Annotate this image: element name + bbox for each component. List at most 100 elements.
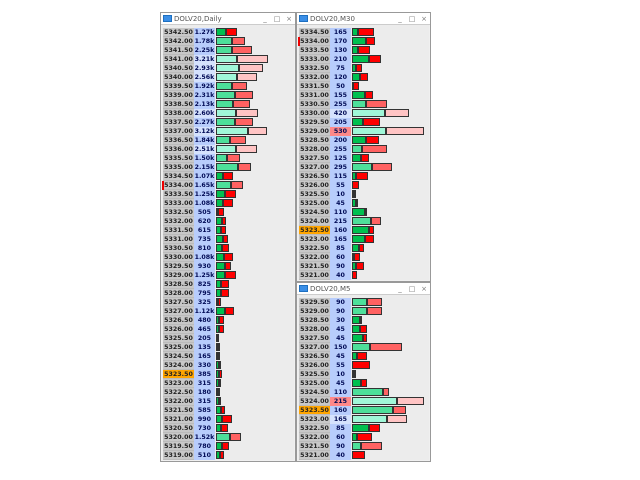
price-label: 5335.50 (163, 154, 194, 163)
table-row: 5336.50 1.84k (162, 136, 294, 145)
buy-volume-bar (352, 100, 366, 108)
buy-volume-bar (216, 271, 226, 279)
close-button[interactable]: × (418, 285, 430, 293)
volume-value: 465 (194, 325, 215, 334)
volume-value: 315 (194, 379, 215, 388)
sell-volume-bar (361, 379, 368, 387)
volume-value: 2.27k (194, 118, 215, 127)
buy-volume-bar (352, 73, 361, 81)
title-bar[interactable]: DOLV20,M30 _ □ × (297, 13, 430, 25)
maximize-button[interactable]: □ (271, 15, 283, 23)
buy-volume-bar (216, 172, 223, 180)
buy-volume-bar (352, 235, 366, 243)
volume-value: 510 (194, 451, 215, 460)
price-label: 5321.50 (299, 442, 330, 451)
volume-value: 10 (330, 190, 351, 199)
price-label: 5322.00 (163, 397, 194, 406)
table-row: 5326.50 45 (298, 352, 429, 361)
volume-value: 165 (330, 415, 351, 424)
maximize-button[interactable]: □ (406, 285, 418, 293)
sell-volume-bar (229, 433, 241, 441)
volume-value: 40 (330, 451, 351, 460)
table-row: 5330.50 810 (162, 244, 294, 253)
price-label: 5324.00 (163, 361, 194, 370)
volume-value: 60 (330, 253, 351, 262)
table-row: 5325.50 10 (298, 190, 429, 199)
volume-value: 55 (330, 181, 351, 190)
volume-value: 45 (330, 325, 351, 334)
buy-volume-bar (216, 100, 233, 108)
volume-value: 165 (194, 352, 215, 361)
buy-volume-bar (352, 397, 398, 405)
price-label: 5325.50 (299, 370, 330, 379)
minimize-button[interactable]: _ (394, 15, 406, 23)
table-row: 5323.00 315 (162, 379, 294, 388)
minimize-button[interactable]: _ (259, 15, 271, 23)
table-row: 5326.00 465 (162, 325, 294, 334)
table-row: 5325.50 205 (162, 334, 294, 343)
buy-volume-bar (216, 73, 237, 81)
volume-value: 160 (330, 226, 351, 235)
volume-value: 930 (194, 262, 215, 271)
close-button[interactable]: × (283, 15, 295, 23)
sell-volume-bar (365, 100, 387, 108)
price-label: 5320.50 (163, 424, 194, 433)
window-m5[interactable]: DOLV20,M5 _ □ × 5329.50 90 5329.00 90 5328.50 30… (296, 282, 431, 462)
volume-value: 215 (330, 397, 351, 406)
price-label: 5324.50 (299, 388, 330, 397)
sell-volume-bar (356, 199, 359, 207)
sell-volume-bar (236, 55, 268, 63)
table-row: 5342.00 1.78k (162, 37, 294, 46)
buy-volume-bar (352, 442, 362, 450)
price-label: 5324.50 (299, 208, 330, 217)
sell-volume-bar (232, 46, 253, 54)
title-bar[interactable]: DOLV20,M5 _ □ × (297, 283, 430, 295)
table-row: 5328.50 825 (162, 280, 294, 289)
buy-volume-bar (216, 28, 227, 36)
price-label: 5325.50 (299, 190, 330, 199)
price-label: 5329.50 (299, 118, 330, 127)
table-row: 5337.50 2.27k (162, 118, 294, 127)
table-row: 5330.00 1.08k (162, 253, 294, 262)
title-bar[interactable]: DOLV20,Daily _ □ × (161, 13, 295, 25)
sell-volume-bar (352, 181, 360, 189)
volume-value: 795 (194, 289, 215, 298)
close-button[interactable]: × (418, 15, 430, 23)
window-m30[interactable]: DOLV20,M30 _ □ × 5334.50 165 5334.00 170 5333.5… (296, 12, 431, 282)
price-label: 5322.50 (163, 388, 194, 397)
price-label: 5333.00 (299, 55, 330, 64)
table-row: 5322.50 85 (298, 424, 429, 433)
window-daily[interactable]: DOLV20,Daily _ □ × 5342.50 1.27k 5342.00 1.78k… (160, 12, 296, 462)
volume-value: 2.31k (194, 91, 215, 100)
table-row: 5333.00 210 (298, 55, 429, 64)
sell-volume-bar (370, 217, 382, 225)
price-label: 5331.50 (299, 82, 330, 91)
buy-volume-bar (352, 118, 364, 126)
volume-value: 255 (330, 100, 351, 109)
volume-value: 85 (330, 424, 351, 433)
sell-volume-bar (353, 190, 356, 198)
volume-value: 10 (330, 370, 351, 379)
volume-value: 1.65k (194, 181, 215, 190)
table-row: 5325.00 45 (298, 379, 429, 388)
table-row: 5331.50 50 (298, 82, 429, 91)
buy-volume-bar (352, 37, 366, 45)
table-row: 5321.00 40 (298, 451, 429, 460)
sell-volume-bar (369, 55, 381, 63)
sell-volume-bar (365, 136, 380, 144)
buy-volume-bar (352, 109, 385, 117)
price-label: 5340.50 (163, 64, 194, 73)
price-label: 5329.00 (299, 127, 330, 136)
volume-value: 825 (194, 280, 215, 289)
price-label: 5327.50 (299, 154, 330, 163)
volume-value: 205 (194, 334, 215, 343)
price-label: 5322.50 (299, 244, 330, 253)
table-row: 5331.00 735 (162, 235, 294, 244)
price-label: 5321.50 (299, 262, 330, 271)
table-row: 5339.00 2.31k (162, 91, 294, 100)
minimize-button[interactable]: _ (394, 285, 406, 293)
table-row: 5321.50 90 (298, 262, 429, 271)
maximize-button[interactable]: □ (406, 15, 418, 23)
volume-value: 385 (194, 370, 215, 379)
volume-value: 125 (330, 154, 351, 163)
